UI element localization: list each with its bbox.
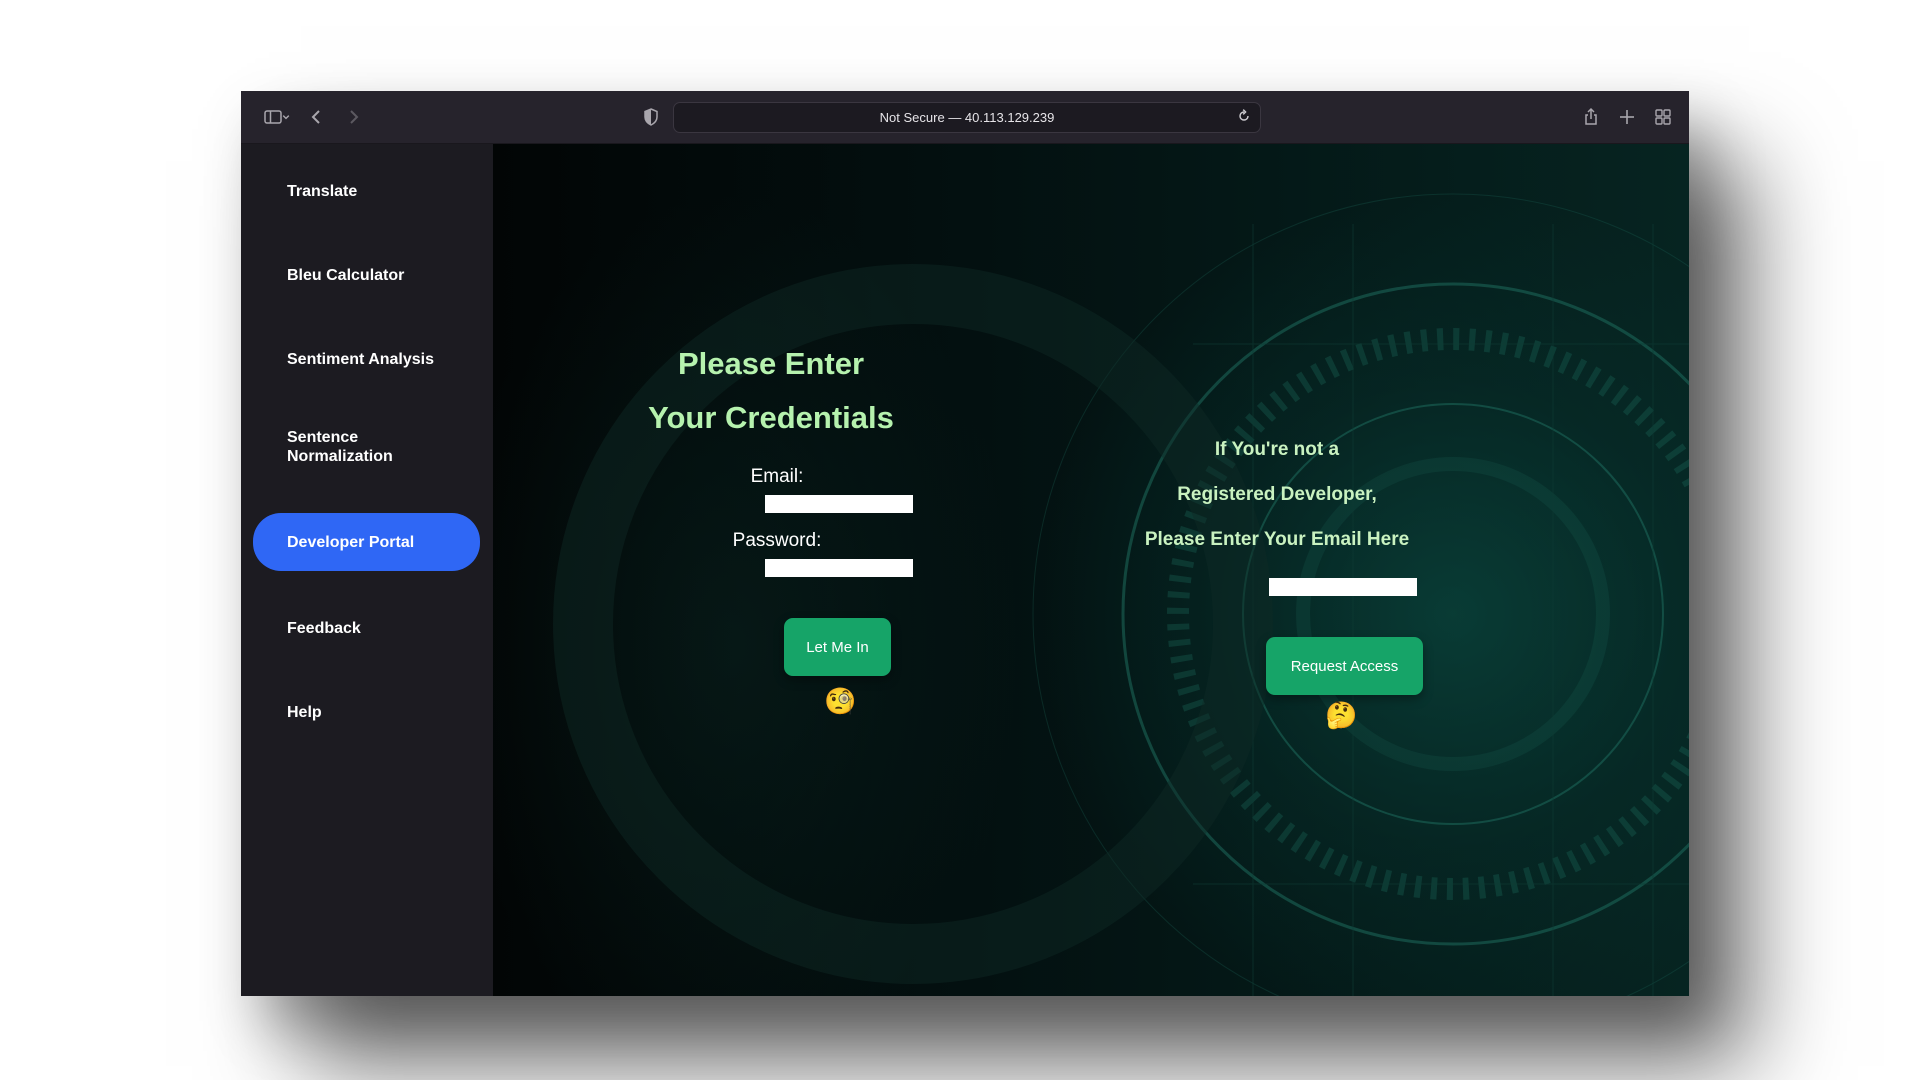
sidebar-item-label: Sentence Normalization <box>287 429 393 465</box>
monocle-emoji: 🧐 <box>824 686 857 716</box>
address-bar[interactable]: Not Secure — 40.113.129.239 <box>673 102 1261 133</box>
sidebar-item-label: Bleu Calculator <box>287 266 405 284</box>
sidebar-item-label: Sentiment Analysis <box>287 350 435 368</box>
developer-portal-content: Please Enter Your Credentials Email: Pas… <box>493 144 1689 996</box>
sidebar-item-bleu-calculator[interactable]: Bleu Calculator <box>253 248 480 302</box>
url-text: Not Secure — 40.113.129.239 <box>879 110 1055 125</box>
sidebar-item-label: Translate <box>287 182 358 200</box>
sidebar-item-feedback[interactable]: Feedback <box>253 601 480 655</box>
sidebar-nav: Translate Bleu Calculator Sentiment Anal… <box>241 144 493 996</box>
tab-overview-icon[interactable] <box>1651 105 1675 129</box>
request-email-field[interactable] <box>1269 578 1417 596</box>
password-field[interactable] <box>765 559 913 577</box>
let-me-in-button[interactable]: Let Me In <box>784 618 891 676</box>
sidebar-item-sentiment-analysis[interactable]: Sentiment Analysis <box>253 332 480 386</box>
share-icon[interactable] <box>1579 105 1603 129</box>
shield-icon[interactable] <box>639 105 663 129</box>
sidebar-item-label: Help <box>287 703 322 721</box>
sidebar-item-translate[interactable]: Translate <box>253 164 480 218</box>
background-decoration <box>553 193 1689 996</box>
sidebar-item-label: Feedback <box>287 619 361 637</box>
request-text-line1: If You're not a <box>1214 439 1340 460</box>
browser-window: Not Secure — 40.113.129.239 Translate Bl… <box>241 91 1689 996</box>
reload-icon[interactable] <box>1236 108 1254 126</box>
sidebar-item-help[interactable]: Help <box>253 685 480 739</box>
back-icon[interactable] <box>305 105 329 129</box>
sidebar-item-sentence-normalization[interactable]: Sentence Normalization <box>253 416 480 478</box>
forward-icon[interactable] <box>341 105 365 129</box>
email-label: Email: <box>750 466 804 487</box>
request-access-button[interactable]: Request Access <box>1266 637 1423 695</box>
browser-toolbar: Not Secure — 40.113.129.239 <box>241 91 1689 144</box>
sidebar-item-developer-portal[interactable]: Developer Portal <box>253 513 480 571</box>
request-text-line2: Registered Developer, <box>1177 484 1377 505</box>
sidebar-item-label: Developer Portal <box>287 533 415 551</box>
password-label: Password: <box>732 530 822 551</box>
request-text-line3: Please Enter Your Email Here <box>1144 529 1410 550</box>
login-title-line2: Your Credentials <box>648 400 894 435</box>
login-title-line1: Please Enter <box>677 346 865 381</box>
chevron-down-icon[interactable] <box>279 105 293 129</box>
email-field[interactable] <box>765 495 913 513</box>
thinking-emoji: 🤔 <box>1325 700 1358 730</box>
new-tab-icon[interactable] <box>1615 105 1639 129</box>
